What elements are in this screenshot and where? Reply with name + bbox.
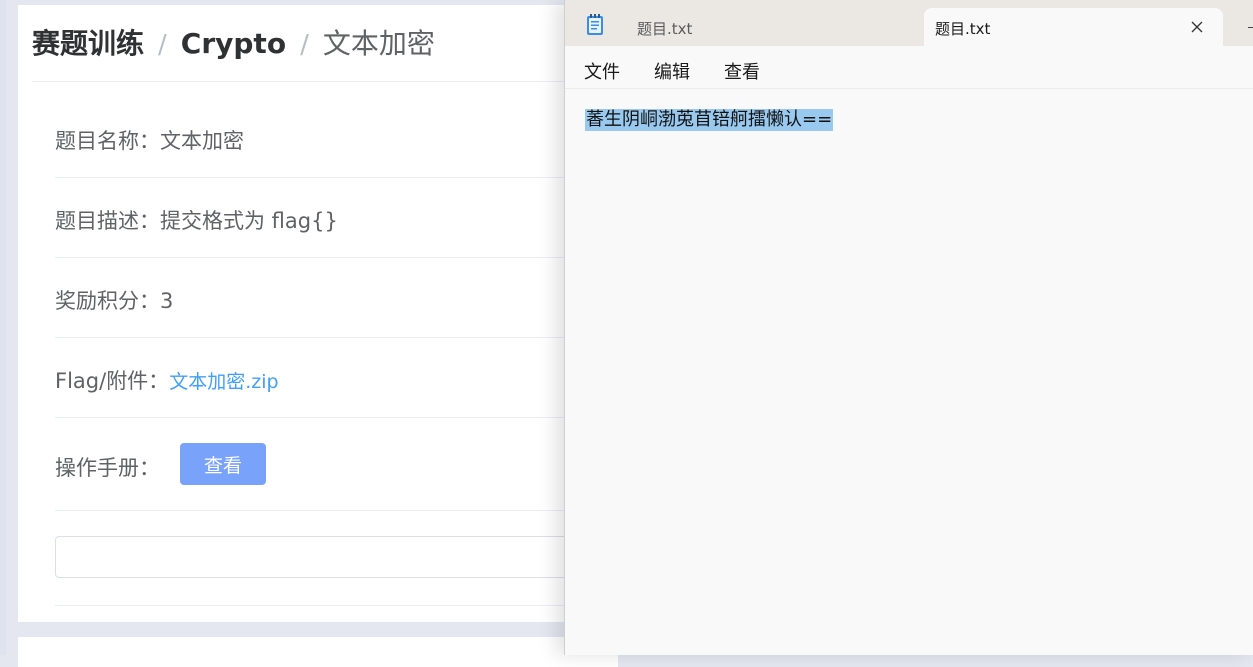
challenge-name-value: 文本加密 (160, 129, 244, 153)
points-label: 奖励积分： (55, 289, 160, 313)
notepad-window: 题目.txt 题目.txt 文件 编辑 查看 萫生阴峒渤莵苜锫舸擂懒认== (564, 0, 1253, 655)
menu-view[interactable]: 查看 (724, 58, 760, 84)
challenge-desc-value: 提交格式为 flag{} (160, 209, 338, 233)
breadcrumb-separator: / (158, 30, 167, 60)
points-row: 奖励积分：3 (55, 285, 618, 315)
minimize-icon[interactable] (1248, 27, 1253, 28)
breadcrumb-item-training[interactable]: 赛题训练 (32, 27, 144, 60)
attachment-link[interactable]: 文本加密.zip (169, 371, 278, 393)
breadcrumb-item-crypto[interactable]: Crypto (181, 27, 286, 60)
points-value: 3 (160, 289, 174, 313)
close-tab-button[interactable] (1187, 17, 1207, 37)
page-left-edge (0, 0, 6, 655)
manual-row: 操作手册： (55, 452, 618, 482)
tab-active[interactable]: 题目.txt (924, 8, 1223, 46)
breadcrumb-separator: / (300, 30, 309, 60)
menu-bar: 文件 编辑 查看 (565, 46, 1253, 89)
attachment-row: Flag/附件：文本加密.zip (55, 365, 618, 395)
tab-active-title: 题目.txt (935, 20, 991, 38)
challenge-name-row: 题目名称：文本加密 (55, 125, 618, 155)
divider (55, 257, 618, 258)
breadcrumb: 赛题训练 / Crypto / 文本加密 (32, 22, 435, 62)
view-manual-button[interactable]: 查看 (180, 443, 266, 485)
breadcrumb-item-current: 文本加密 (322, 27, 435, 60)
divider (32, 81, 618, 82)
notepad-icon (587, 14, 603, 35)
divider (55, 510, 618, 511)
challenge-desc-label: 题目描述： (55, 209, 160, 233)
attachment-label: Flag/附件： (55, 369, 170, 393)
divider (55, 337, 618, 338)
challenge-desc-row: 题目描述：提交格式为 flag{} (55, 205, 618, 235)
divider (55, 177, 618, 178)
close-icon (1191, 21, 1203, 33)
text-editor[interactable]: 萫生阴峒渤莵苜锫舸擂懒认== (565, 89, 1253, 655)
menu-file[interactable]: 文件 (584, 58, 620, 84)
selected-text[interactable]: 萫生阴峒渤莵苜锫舸擂懒认== (585, 109, 834, 131)
manual-label: 操作手册： (55, 456, 160, 480)
tab-bar: 题目.txt 题目.txt (565, 0, 1253, 46)
challenge-name-label: 题目名称： (55, 129, 160, 153)
flag-input[interactable] (55, 536, 615, 578)
menu-edit[interactable]: 编辑 (654, 58, 690, 84)
divider (55, 605, 618, 606)
tab-inactive[interactable]: 题目.txt (637, 18, 692, 39)
divider (55, 417, 618, 418)
second-card (18, 637, 618, 667)
